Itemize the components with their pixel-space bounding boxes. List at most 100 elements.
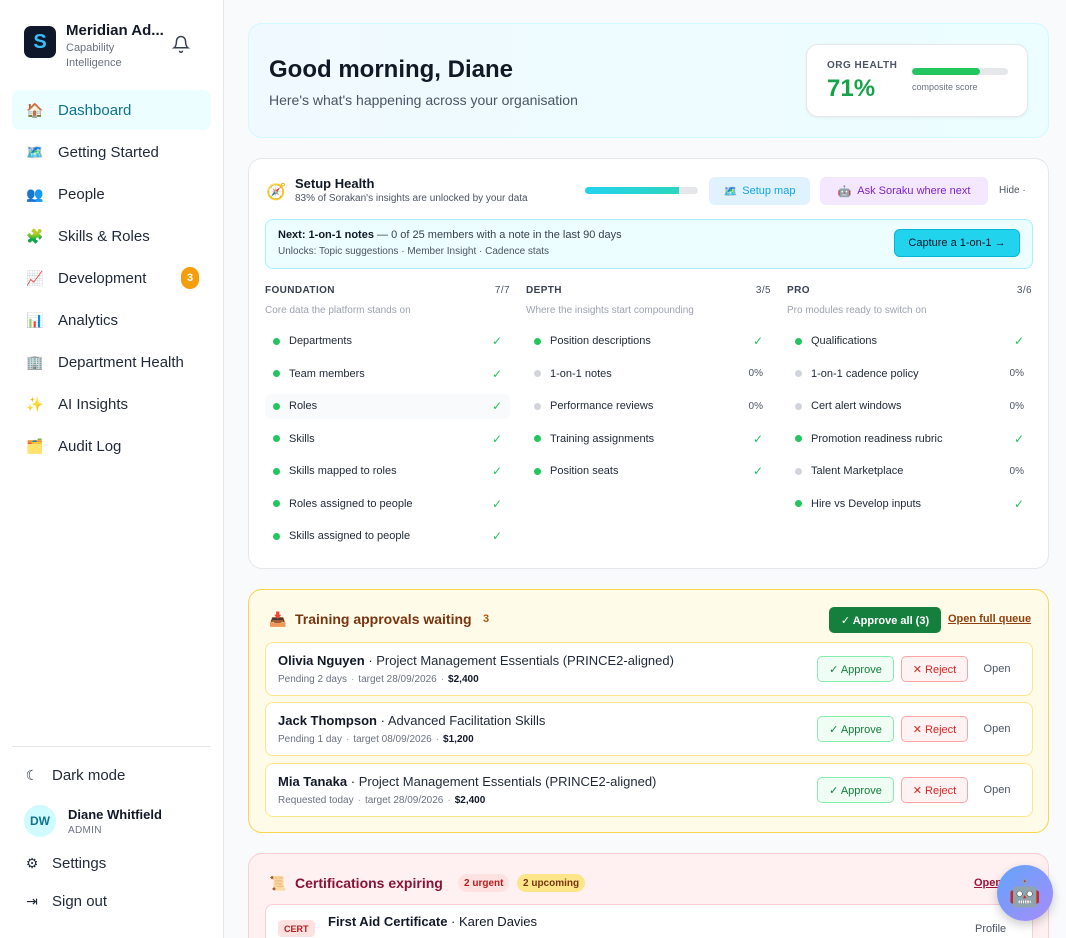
complete-dot-icon [273,467,280,475]
checklist-item[interactable]: Performance reviews 0% [526,394,771,419]
nav-item-getting-started[interactable]: 🗺️ Getting Started [12,132,211,172]
nav-label: Audit Log [58,437,122,455]
approve-all-button[interactable]: ✓ Approve all (3) [829,607,941,633]
checklist-item[interactable]: Skills assigned to people ✓ [265,524,510,549]
open-button[interactable]: Open [976,716,1018,742]
check-icon: ✓ [1013,496,1024,511]
check-icon: ✓ [491,529,502,543]
column-subtitle: Pro modules ready to switch on [787,305,927,316]
request-status: Requested today [278,795,354,806]
checklist-item[interactable]: Departments ✓ [265,329,510,354]
checklist-item-status: 0% [1009,465,1024,477]
soraku-assistant-button[interactable]: 🤖 [997,865,1053,921]
setup-column-pro: PRO 3/6 Pro modules ready to switch on Qu… [787,285,1032,516]
brand-logo: S [24,26,56,58]
column-title: FOUNDATION [265,285,335,296]
setup-column-depth: DEPTH 3/5 Where the insights start compou… [526,285,771,484]
checklist-item[interactable]: Hire vs Develop inputs ✓ [787,491,1032,516]
checklist-item[interactable]: Position seats ✓ [526,459,771,484]
check-icon: ✓ [752,464,763,478]
bell-icon[interactable] [172,35,190,53]
request-meta: Pending 2 days · target 28/09/2026 · $2,400 [278,674,479,685]
open-button[interactable]: Open [976,656,1018,682]
robot-icon: 🤖 [837,185,852,198]
complete-dot-icon [795,435,802,442]
reject-button[interactable]: ✕ Reject [901,716,968,742]
next-step-unlocks: Unlocks: Topic suggestions · Member Insi… [278,246,550,257]
cert-title: First Aid Certificate · Karen Davies [328,914,538,929]
checklist-item[interactable]: Promotion readiness rubric ✓ [787,426,1032,451]
nav-item-department-health[interactable]: 🏢 Department Health [12,342,211,382]
nav-label: Analytics [58,311,119,329]
request-amount: $1,200 [443,734,474,745]
checklist-item[interactable]: Cert alert windows 0% [787,394,1032,419]
settings-link[interactable]: ⚙ Settings [24,855,106,872]
approval-request-row: Olivia Nguyen · Project Management Essen… [265,642,1033,696]
training-approvals-title: Training approvals waiting [295,611,472,627]
reject-button[interactable]: ✕ Reject [901,656,968,682]
checklist-item-status: 0% [1009,400,1024,412]
request-person: Olivia Nguyen [278,653,365,668]
checklist-item[interactable]: Roles assigned to people ✓ [265,491,510,516]
checklist-item-label: Team members [289,367,365,380]
hide-label: Hide [999,185,1020,196]
checklist-item-label: Departments [289,335,352,347]
dark-mode-toggle[interactable]: ☾ Dark mode [24,767,126,784]
sign-out-link[interactable]: ⇥ Sign out [24,893,107,910]
nav-item-dashboard[interactable]: 🏠 Dashboard [12,90,211,130]
checklist-item-label: Position descriptions [550,335,651,347]
reject-button[interactable]: ✕ Reject [901,777,968,803]
nav-item-ai-insights[interactable]: ✨ AI Insights [12,384,211,424]
open-full-queue-link[interactable]: Open full queue [948,613,1031,625]
checklist-item[interactable]: Talent Marketplace 0% [787,459,1032,484]
bar-chart-icon: 📊 [26,311,44,328]
user-role: ADMIN [68,824,102,836]
approve-button[interactable]: ✓ Approve [817,656,894,682]
request-amount: $2,400 [454,795,486,806]
checklist-item[interactable]: Team members ✓ [265,361,510,386]
request-meta: Pending 1 day · target 08/09/2026 · $1,200 [278,734,474,745]
incomplete-dot-icon [795,402,802,410]
nav-item-development[interactable]: 📈 Development 3 [12,258,211,298]
scroll-icon: 📜 [269,875,287,891]
user-profile[interactable]: DW Diane Whitfield ADMIN [24,805,162,837]
checklist-item[interactable]: 1-on-1 cadence policy 0% [787,361,1032,386]
column-subtitle: Where the insights start compounding [526,305,694,316]
checklist-item[interactable]: Training assignments ✓ [526,426,771,451]
nav-item-people[interactable]: 👥 People [12,174,211,214]
column-subtitle: Core data the platform stands on [265,305,411,316]
next-step-banner: Next: 1-on-1 notes — 0 of 25 members wit… [265,219,1033,269]
request-title: Olivia Nguyen · Project Management Essen… [278,653,674,668]
brand[interactable]: S Meridian Ad... Capability Intelligence [24,22,164,71]
checklist-item-label: Roles assigned to people [289,497,413,510]
checklist-item[interactable]: Position descriptions ✓ [526,329,771,354]
setup-map-button[interactable]: 🗺️ Setup map [709,177,810,205]
user-name: Diane Whitfield [68,806,162,822]
checklist-item[interactable]: Skills mapped to roles ✓ [265,459,510,484]
profile-button[interactable]: Profile [975,923,1006,935]
approve-button[interactable]: ✓ Approve [817,777,894,803]
complete-dot-icon [534,467,541,475]
capture-one-on-one-button[interactable]: Capture a 1-on-1 → [894,229,1020,257]
nav-item-audit-log[interactable]: 🗂️ Audit Log [12,426,211,466]
nav-item-analytics[interactable]: 📊 Analytics [12,300,211,340]
checklist-item[interactable]: Roles ✓ [265,393,510,419]
setup-progress-fill [585,187,679,194]
complete-dot-icon [534,337,541,345]
column-count: 3/6 [1016,285,1032,296]
approve-button[interactable]: ✓ Approve [817,716,894,742]
ask-soraku-button[interactable]: 🤖 Ask Soraku where next [820,177,988,205]
hide-button[interactable]: Hide · [999,185,1026,196]
incomplete-dot-icon [795,370,802,377]
training-approvals-card: 📥 Training approvals waiting 3 ✓ Approve… [248,589,1049,833]
org-health-label: ORG HEALTH [827,60,898,71]
complete-dot-icon [273,402,280,410]
checklist-item[interactable]: 1-on-1 notes 0% [526,361,771,386]
complete-dot-icon [273,532,280,540]
open-button[interactable]: Open [976,777,1018,803]
checklist-item[interactable]: Qualifications ✓ [787,329,1032,354]
check-icon: ✓ [752,334,763,348]
nav-item-skills-roles[interactable]: 🧩 Skills & Roles [12,216,211,256]
checklist-item[interactable]: Skills ✓ [265,426,510,451]
request-status: Pending 2 days [278,674,347,685]
